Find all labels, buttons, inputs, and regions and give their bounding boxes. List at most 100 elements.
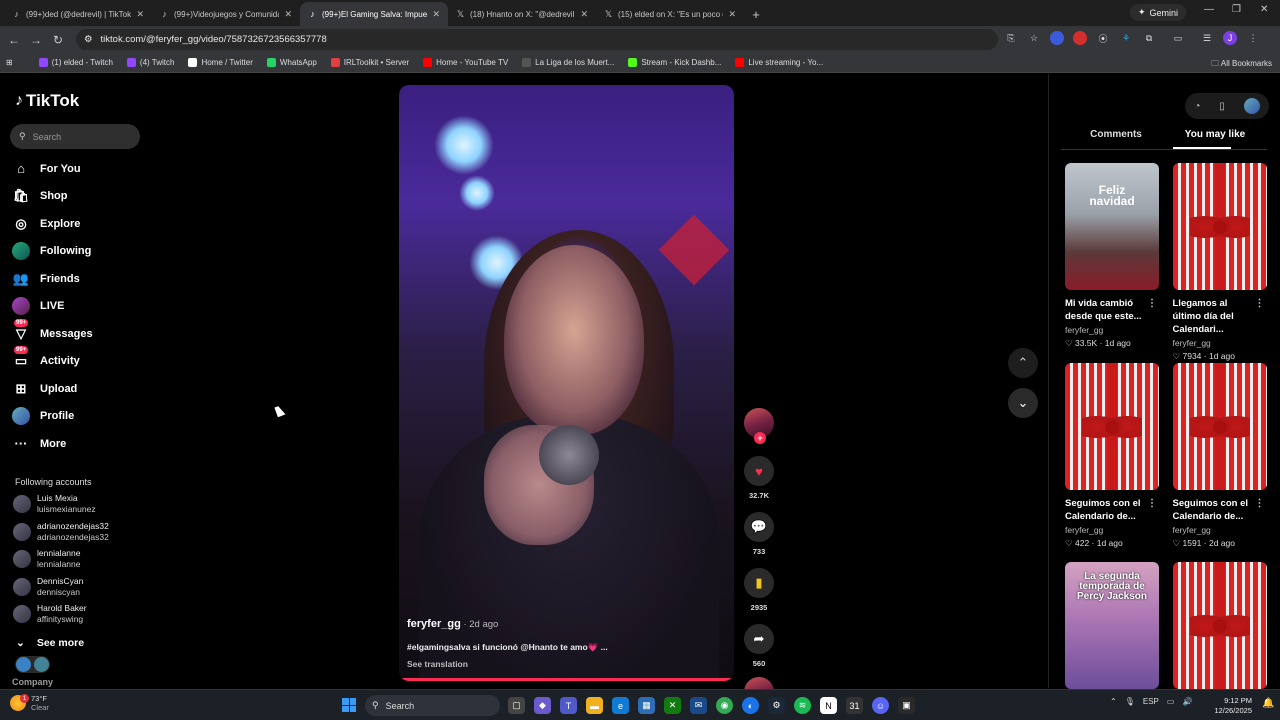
card-title[interactable]: Mi vida cambió desde que este... ⋮ [1065,297,1159,323]
tab-comments[interactable]: Comments [1085,129,1147,140]
url-input[interactable]: ⚙ tiktok.com/@feryfer_gg/video/758732672… [76,29,998,50]
card-author[interactable]: feryfer_gg [1065,325,1159,335]
company-link[interactable]: Company [12,677,53,687]
extension-dark-icon[interactable]: ⦿ [1096,31,1110,45]
bookmark-item[interactable]: (4) Twitch [120,58,182,67]
creator-avatar[interactable]: + [744,408,774,444]
back-icon[interactable]: ← [3,33,25,47]
nav-item-for-you[interactable]: ⌂ For You [12,155,93,183]
phone-icon[interactable]: ▯ [1219,101,1225,112]
calendar-icon[interactable]: 31 [846,697,863,714]
app-blue-icon[interactable]: ◐ [742,697,759,714]
video-thumbnail[interactable] [1172,362,1267,490]
store-icon[interactable]: ▦ [638,697,655,714]
following-account[interactable]: adrianozendejas32 adrianozendejas32 [13,521,109,543]
spotify-icon[interactable]: ≋ [794,697,811,714]
extensions-puzzle-icon[interactable]: ⧉ [1142,31,1156,45]
restore-icon[interactable]: ❐ [1232,4,1241,15]
follow-plus-icon[interactable]: + [754,432,766,444]
following-account[interactable]: Harold Baker affinityswing [13,603,87,625]
video-caption[interactable]: #elgamingsalva si funcionó @Hnanto te am… [407,642,608,653]
close-tab-icon[interactable]: ✕ [728,9,736,20]
clock[interactable]: 9:12 PM 12/26/2025 [1212,696,1252,716]
user-avatar-icon[interactable] [1243,98,1260,114]
nav-item-more[interactable]: ··· More [12,430,93,458]
card-author[interactable]: feryfer_gg [1173,525,1267,535]
close-tab-icon[interactable]: ✕ [432,9,440,20]
more-options-icon[interactable]: ⋮ [1147,497,1157,510]
recommended-video-card[interactable] [1172,562,1267,689]
new-tab-button[interactable]: + [744,2,768,26]
bookmark-item[interactable]: WhatsApp [260,58,324,67]
task-view-icon[interactable]: ▢ [508,697,525,714]
chrome-icon[interactable]: ◉ [716,697,733,714]
close-window-icon[interactable]: ✕ [1260,4,1268,15]
video-author-link[interactable]: feryfer_gg [407,618,461,630]
card-title[interactable]: Seguimos con el Calendario de... ⋮ [1065,497,1159,523]
teams-icon[interactable]: T [560,697,577,714]
close-tab-icon[interactable]: ✕ [580,9,588,20]
recommended-video-card[interactable]: Seguimos con el Calendario de... ⋮ feryfer… [1172,362,1267,549]
terminal-icon[interactable]: ▣ [898,697,915,714]
tiktok-logo[interactable]: ♪ TikTok [15,91,79,111]
following-account[interactable]: Luis Mexia luismexianunez [13,493,96,515]
site-info-icon[interactable]: ⚙ [84,34,93,45]
see-translation-link[interactable]: See translation [407,659,608,669]
all-bookmarks-button[interactable]: 🗀 All Bookmarks [1211,58,1272,72]
search-input[interactable]: ⚲ Search [10,124,140,149]
speed-icon[interactable]: ◔ [1194,101,1200,112]
xbox-icon[interactable]: ✕ [664,697,681,714]
tray-overflow-icon[interactable]: ⌃ [1110,697,1117,706]
forward-icon[interactable]: → [25,33,47,47]
nav-item-explore[interactable]: ◎ Explore [12,210,93,238]
nav-item-following[interactable]: Following [12,238,93,266]
nav-item-friends[interactable]: 👥 Friends [12,265,93,293]
gemini-button[interactable]: ✦ Gemini [1130,4,1187,21]
recommended-video-card[interactable]: Feliz navidad Mi vida cambió desde que es… [1065,163,1159,349]
browser-tab[interactable]: 𝕏 (18) Hnanto on X: "@dedrevil I ✕ [448,2,596,26]
following-account[interactable]: lennialanne lennialanne [13,548,80,570]
theme-toggle[interactable] [15,656,50,673]
next-video-button[interactable]: ⌄ [1008,388,1038,418]
browser-menu-icon[interactable]: ⋮ [1246,31,1260,45]
nav-item-live[interactable]: LIVE [12,293,93,321]
network-icon[interactable]: ▭ [1167,697,1175,706]
share-button[interactable]: ➦ [744,624,774,654]
card-author[interactable]: feryfer_gg [1173,338,1267,348]
extension-teal-icon[interactable]: ⚘ [1119,31,1133,45]
extension-red-icon[interactable] [1073,31,1087,45]
profile-avatar-icon[interactable]: J [1223,31,1237,45]
nav-item-shop[interactable]: 🛍 Shop [12,183,93,211]
video-thumbnail[interactable]: Feliz navidad [1065,163,1159,290]
bookmark-item[interactable]: Live streaming - Yo... [728,58,830,67]
save-button[interactable]: ▮ [744,568,774,598]
weather-widget[interactable]: 1 73°F Clear [10,694,49,712]
media-control-icon[interactable]: ☰ [1200,31,1214,45]
minimize-icon[interactable]: — [1204,4,1214,15]
following-account[interactable]: DennisCyan denniscyan [13,576,83,598]
video-player[interactable]: feryfer_gg · 2d ago #elgamingsalva si fu… [399,85,734,681]
taskbar-search[interactable]: ⚲ Search [365,695,500,716]
windows-start-icon[interactable] [342,698,356,712]
bookmark-item[interactable]: Home - YouTube TV [416,58,515,67]
more-options-icon[interactable]: ⋮ [1255,497,1265,510]
more-options-icon[interactable]: ⋮ [1147,297,1157,310]
bookmark-item[interactable]: Home / Twitter [181,58,259,67]
comment-button[interactable]: 💬 [744,512,774,542]
recommended-video-card[interactable]: Llegamos al último día del Calendari... ⋮… [1172,163,1267,362]
browser-tab[interactable]: ♪ (99+)Videojuegos y Comunidad ✕ [152,2,300,26]
nav-item-profile[interactable]: Profile [12,403,93,431]
card-title[interactable]: Seguimos con el Calendario de... ⋮ [1173,497,1267,523]
install-app-icon[interactable]: ⎘ [1004,31,1018,45]
card-author[interactable]: feryfer_gg [1065,525,1159,535]
more-options-icon[interactable]: ⋮ [1255,297,1265,310]
language-indicator[interactable]: ESP [1143,697,1159,706]
video-thumbnail[interactable] [1172,562,1267,689]
browser-tab[interactable]: ♪ (99+)El Gaming Salva: Impuest ✕ [300,2,448,26]
video-progress-bar[interactable] [399,678,734,681]
video-thumbnail[interactable] [1065,362,1159,490]
file-explorer-icon[interactable]: ▬ [586,697,603,714]
bookmark-star-icon[interactable]: ☆ [1027,31,1041,45]
notification-bell-icon[interactable]: 🔔 [1262,698,1274,709]
nav-item-messages[interactable]: ▽ 99+ Messages [12,318,93,348]
